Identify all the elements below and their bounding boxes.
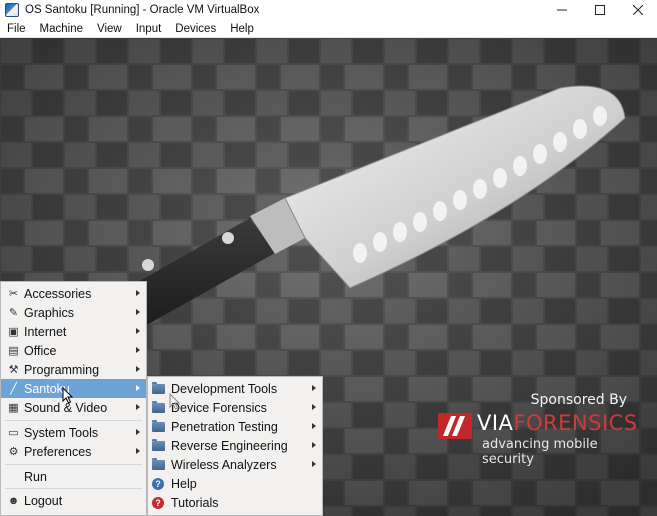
submenu-item-help[interactable]: ? Help	[148, 474, 322, 493]
submenu-arrow-icon	[136, 366, 140, 372]
accessories-icon: ✂	[8, 288, 19, 300]
brand-via: VIA	[477, 411, 514, 435]
menu-item-label: Run	[24, 469, 47, 484]
menu-item-graphics[interactable]: ✎ Graphics	[1, 303, 146, 322]
programming-icon: ⚒	[8, 364, 19, 376]
mouse-cursor-icon	[62, 387, 74, 404]
help-icon: ?	[152, 477, 164, 490]
window-titlebar[interactable]: OS Santoku [Running] - Oracle VM Virtual…	[0, 0, 657, 20]
folder-icon	[152, 457, 165, 470]
sponsor-tagline: advancing mobile security	[482, 437, 598, 467]
submenu-item-label: Reverse Engineering	[171, 438, 288, 453]
menu-item-system-tools[interactable]: ▭ System Tools	[1, 423, 146, 442]
menu-item-logout[interactable]: ☻ Logout	[1, 491, 146, 510]
window-title: OS Santoku [Running] - Oracle VM Virtual…	[25, 4, 260, 16]
window-controls	[543, 0, 657, 20]
submenu-arrow-icon	[312, 404, 316, 410]
submenu-arrow-icon	[136, 309, 140, 315]
submenu-item-penetration-testing[interactable]: Penetration Testing	[148, 417, 322, 436]
menu-item-accessories[interactable]: ✂ Accessories	[1, 284, 146, 303]
menu-item-label: Programming	[24, 362, 100, 377]
submenu-arrow-icon	[136, 328, 140, 334]
folder-icon	[152, 419, 165, 432]
close-icon	[633, 5, 643, 15]
menu-view[interactable]: View	[90, 23, 129, 35]
internet-icon: ▣	[8, 326, 19, 338]
sponsored-by-text: Sponsored By	[530, 392, 627, 408]
menu-item-run[interactable]: Run	[1, 467, 146, 486]
submenu-arrow-icon	[312, 461, 316, 467]
system-tools-icon: ▭	[8, 427, 19, 439]
submenu-arrow-icon	[312, 442, 316, 448]
submenu-arrow-icon	[136, 347, 140, 353]
tutorials-icon: ?	[152, 496, 164, 509]
menu-help[interactable]: Help	[223, 23, 261, 35]
menu-item-label: Accessories	[24, 286, 92, 301]
menu-devices[interactable]: Devices	[168, 23, 223, 35]
submenu-arrow-icon	[136, 385, 140, 391]
submenu-item-wireless-analyzers[interactable]: Wireless Analyzers	[148, 455, 322, 474]
menubar: File Machine View Input Devices Help	[0, 20, 657, 38]
run-icon-placeholder	[7, 470, 20, 483]
submenu-item-label: Device Forensics	[171, 400, 267, 415]
menu-item-office[interactable]: ▤ Office	[1, 341, 146, 360]
submenu-item-tutorials[interactable]: ? Tutorials	[148, 493, 322, 512]
menu-separator	[5, 488, 142, 489]
pointer-ghost-icon	[169, 393, 181, 410]
folder-icon	[152, 400, 165, 413]
office-icon: ▤	[8, 345, 19, 357]
menu-separator	[5, 464, 142, 465]
viaforensics-logo-icon	[438, 413, 472, 439]
submenu-item-label: Penetration Testing	[171, 419, 278, 434]
menu-item-programming[interactable]: ⚒ Programming	[1, 360, 146, 379]
submenu-arrow-icon	[136, 448, 140, 454]
menu-item-label: System Tools	[24, 425, 99, 440]
sound-video-icon: ▦	[8, 402, 19, 414]
preferences-icon: ⚙	[8, 446, 19, 458]
submenu-item-reverse-engineering[interactable]: Reverse Engineering	[148, 436, 322, 455]
folder-icon	[152, 381, 165, 394]
folder-icon	[152, 438, 165, 451]
logout-icon: ☻	[7, 494, 20, 507]
submenu-arrow-icon	[136, 429, 140, 435]
submenu-item-label: Wireless Analyzers	[171, 457, 277, 472]
menu-input[interactable]: Input	[129, 23, 169, 35]
minimize-button[interactable]	[543, 0, 581, 20]
submenu-arrow-icon	[312, 385, 316, 391]
menu-item-label: Preferences	[24, 444, 92, 459]
menu-separator	[5, 420, 142, 421]
submenu-item-label: Help	[171, 476, 197, 491]
menu-machine[interactable]: Machine	[33, 23, 90, 35]
submenu-arrow-icon	[312, 423, 316, 429]
submenu-item-label: Tutorials	[171, 495, 219, 510]
menu-item-label: Office	[24, 343, 57, 358]
maximize-icon	[595, 5, 605, 15]
santoku-icon: ╱	[10, 383, 17, 395]
menu-item-label: Logout	[24, 493, 63, 508]
sponsor-logo: Sponsored By VIAFORENSICS advancing mobi…	[430, 391, 645, 467]
close-button[interactable]	[619, 0, 657, 20]
submenu-arrow-icon	[136, 404, 140, 410]
submenu-item-label: Development Tools	[171, 381, 278, 396]
graphics-icon: ✎	[8, 307, 19, 319]
sponsor-brand: VIAFORENSICS	[477, 411, 638, 435]
maximize-button[interactable]	[581, 0, 619, 20]
menu-item-preferences[interactable]: ⚙ Preferences	[1, 442, 146, 461]
minimize-icon	[557, 9, 567, 11]
menu-item-label: Graphics	[24, 305, 75, 320]
menu-item-label: Internet	[24, 324, 67, 339]
brand-forensics: FORENSICS	[513, 411, 638, 435]
menu-item-internet[interactable]: ▣ Internet	[1, 322, 146, 341]
menu-file[interactable]: File	[0, 23, 33, 35]
virtualbox-icon	[5, 3, 19, 17]
submenu-arrow-icon	[136, 290, 140, 296]
